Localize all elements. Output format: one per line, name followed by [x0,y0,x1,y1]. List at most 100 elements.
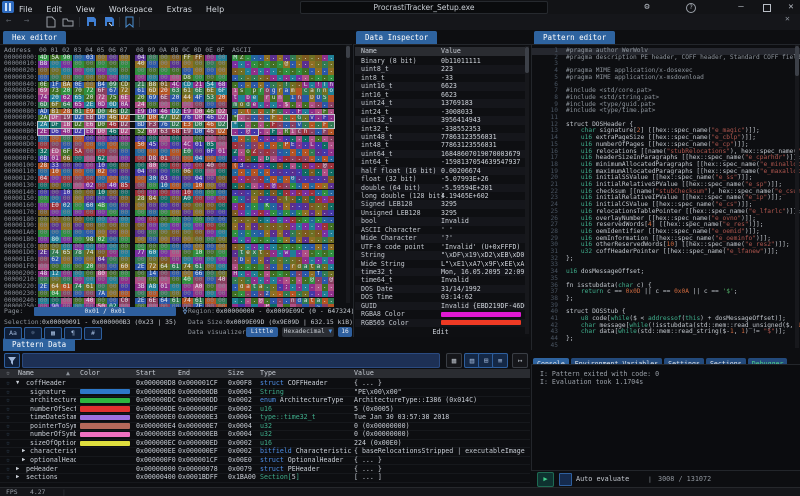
inspector-row[interactable]: uint8_t223 [355,65,526,73]
hex-ascii-cell[interactable]: . [328,142,334,149]
hex-ascii-cell[interactable]: . [328,156,334,163]
inspector-row[interactable]: uint24_t13769183 [355,99,526,107]
hex-ascii-cell[interactable]: . [328,122,334,129]
hex-ascii-cell[interactable]: . [328,223,334,230]
code-line[interactable]: 44}; [532,336,800,343]
inspector-row[interactable]: double (64 bit)-5.59594E+201 [355,184,526,192]
endianness-toggle[interactable]: Little [246,327,278,337]
favorite-star-icon[interactable]: ☆ [6,456,10,465]
hex-ascii-cell[interactable]: . [328,284,334,291]
inspector-row[interactable]: uint48_t77863123556831 [355,133,526,141]
inspector-row[interactable]: DOS Date31/14/1992 [355,285,526,293]
hex-ascii-cell[interactable]: . [328,298,334,305]
favorite-star-icon[interactable]: ☆ [6,413,10,422]
hex-ascii-cell[interactable]: . [328,163,334,170]
hex-ascii-cell[interactable]: . [328,244,334,251]
code-line[interactable]: 5#pragma MIME application/x-msdownload [532,75,800,82]
code-line[interactable]: 32}; [532,256,800,263]
minimize-button[interactable]: – [734,0,748,14]
help-icon[interactable]: ? [686,3,696,13]
hex-ascii-cell[interactable]: o [328,88,334,95]
tab-hex-editor[interactable]: Hex editor [3,31,66,44]
hex-ascii-cell[interactable]: . [328,196,334,203]
editor-scrollbar[interactable] [795,45,799,348]
inspector-row[interactable]: GUIDInvalid {EBD219DF-46D0-D2E9-76D0} [355,302,526,310]
hex-scrollbar[interactable] [346,45,350,303]
bytes-per-cell[interactable]: 16 [338,327,352,337]
code-line[interactable]: 2#pragma description PE header, COFF hea… [532,55,800,62]
code-line[interactable]: 45 [532,343,800,350]
hex-ascii-cell[interactable]: . [328,203,334,210]
inspector-row[interactable]: Wide StringL"\xE1\xA7\x9F\xEE\xA1" [355,260,526,268]
auto-evaluate-checkbox[interactable] [559,473,572,486]
format-dropdown[interactable]: Hexadecimal ▼ [282,327,334,337]
pd-col-type[interactable]: Type [260,369,276,378]
close-button[interactable]: ✕ [784,0,798,14]
hex-ascii-cell[interactable]: . [328,169,334,176]
inspector-row[interactable]: int64_t-1598137054639547937 [355,158,526,166]
pd-col-start[interactable]: Start [136,369,156,378]
expand-arrow-icon[interactable]: ▶ [16,465,19,474]
forward-icon[interactable]: → [24,16,29,26]
list-view-icon[interactable]: ≡ [492,353,508,368]
settings-gear-icon[interactable]: ⚙ [640,0,654,14]
hex-ascii-cell[interactable]: . [328,149,334,156]
maximize-button[interactable] [763,4,771,12]
hex-ascii-cell[interactable]: . [328,115,334,122]
hex-ascii-cell[interactable]: . [328,102,334,109]
expand-arrow-icon[interactable]: ▶ [22,456,25,465]
hex-option-button[interactable]: # [84,327,102,340]
menu-view[interactable]: View [69,5,102,14]
hex-ascii-cell[interactable]: . [328,68,334,75]
inspector-row[interactable]: Binary (8 bit)0b11011111 [355,57,526,65]
inspector-scrollbar[interactable] [525,46,529,334]
menu-extras[interactable]: Extras [160,5,199,14]
table-view-icon[interactable]: ▦ [446,353,462,368]
page-progress[interactable]: 0x01 / 0x01 [34,307,176,316]
inspector-row[interactable]: boolInvalid [355,217,526,225]
menu-file[interactable]: File [12,5,39,14]
inspector-row[interactable]: int16_t6623 [355,91,526,99]
pd-col-end[interactable]: End [178,369,190,378]
favorite-star-icon[interactable]: ☆ [6,447,10,456]
hex-ascii-cell[interactable]: . [328,250,334,257]
pd-col-value[interactable]: Value [354,369,374,378]
favorite-star-icon[interactable]: ☆ [6,379,10,388]
edit-button[interactable]: Edit [355,328,526,336]
code-line[interactable]: 10#include <type/time.pat> [532,108,800,115]
hex-ascii-cell[interactable]: . [328,109,334,116]
hex-ascii-cell[interactable]: . [328,176,334,183]
favorite-star-icon[interactable]: ☆ [6,388,10,397]
menu-workspace[interactable]: Workspace [102,5,160,14]
pd-col-size[interactable]: Size [228,369,244,378]
inspector-row[interactable]: int32_t-338552353 [355,125,526,133]
inspector-row[interactable]: DOS Time03:14:62 [355,293,526,301]
inspector-row[interactable]: long double (128 bit)4.19465E+602 [355,192,526,200]
hex-ascii-cell[interactable]: . [328,55,334,62]
inspector-row[interactable]: time64_tInvalid [355,276,526,284]
hex-ascii-cell[interactable]: . [328,136,334,143]
hex-ascii-cell[interactable]: . [328,210,334,217]
hex-ascii-cell[interactable]: @ [328,277,334,284]
favorite-star-icon[interactable]: ☆ [6,439,10,448]
save-icon[interactable] [86,16,97,30]
window-title[interactable]: ProcrastiTracker_Setup.exe [300,1,548,14]
back-icon[interactable]: ← [6,16,11,26]
inspector-row[interactable]: uint64_t16848607019070003679 [355,150,526,158]
bookmark-icon[interactable] [125,16,134,31]
hex-ascii-cell[interactable]: . [328,264,334,271]
pd-col-color[interactable]: Color [80,369,100,378]
hex-option-button[interactable]: ¶ [64,327,82,340]
expand-arrow-icon[interactable]: ▼ [16,379,19,388]
inspector-row[interactable]: float (32 bit)-5.07993E+26 [355,175,526,183]
inspector-row[interactable]: String"\xDF\x19\xD2\xEB\xD0F\xD2" [355,251,526,259]
hex-ascii-cell[interactable]: . [328,291,334,298]
code-line[interactable]: 34u16 dosMessageOffset; [532,269,800,276]
favorite-star-icon[interactable]: ☆ [6,422,10,431]
pattern-filter-input[interactable] [22,353,440,368]
expand-arrow-icon[interactable]: ▶ [16,473,19,482]
evaluate-play-button[interactable]: ▶ [537,472,554,487]
hex-ascii-cell[interactable]: . [328,190,334,197]
hex-option-button[interactable]: ☼ [24,327,42,340]
favorite-star-icon[interactable]: ☆ [6,465,10,474]
